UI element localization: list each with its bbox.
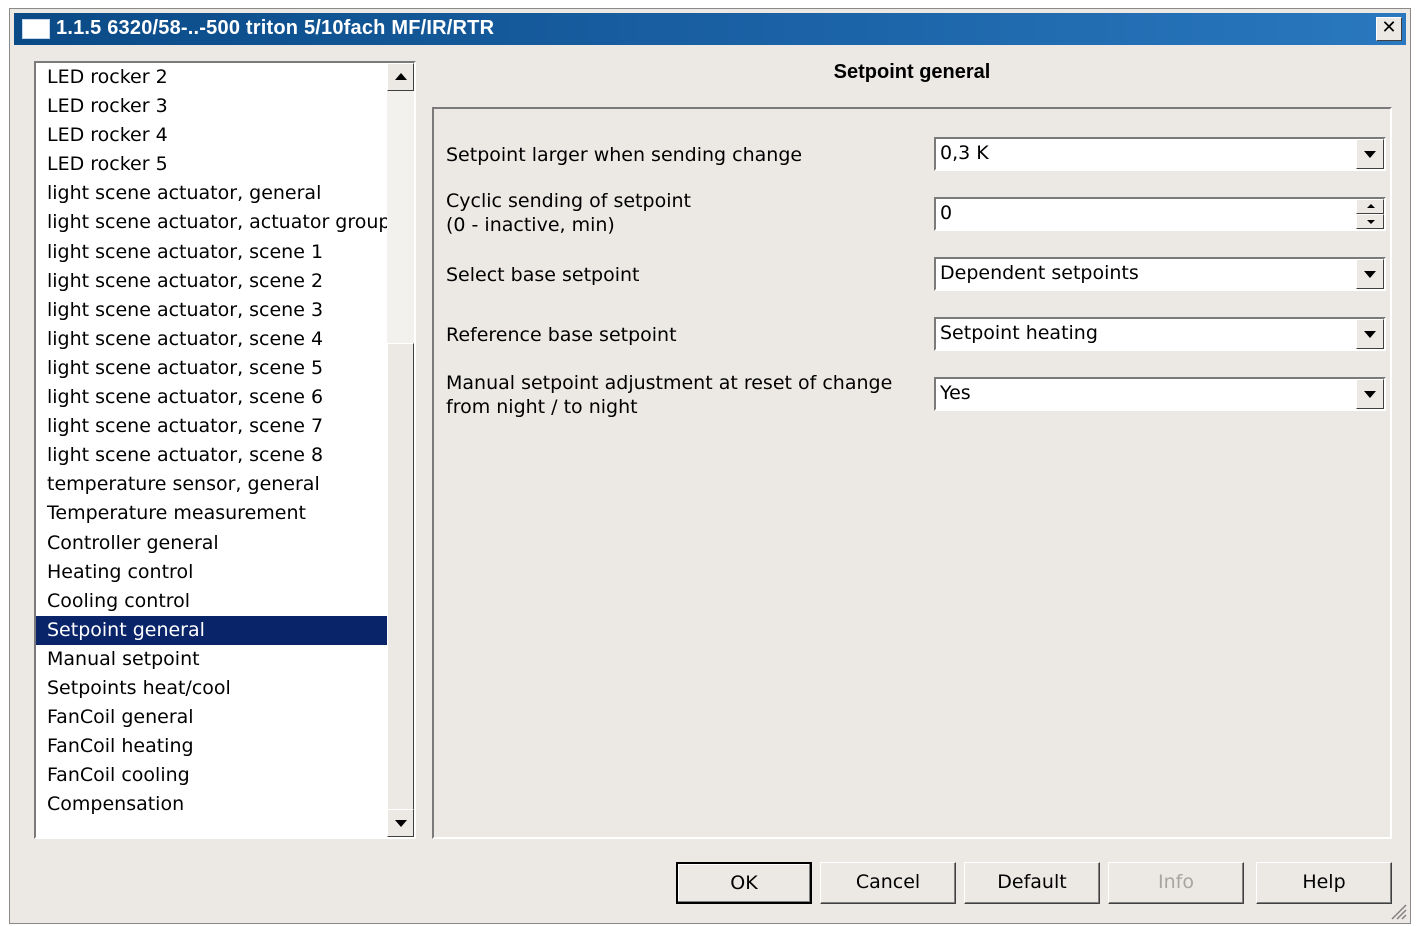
list-item[interactable]: light scene actuator, general [36,179,387,208]
list-item[interactable]: light scene actuator, scene 8 [36,441,387,470]
list-item[interactable]: LED rocker 5 [36,150,387,179]
list-item[interactable]: FanCoil cooling [36,761,387,790]
setpoint-larger-select[interactable]: 0,3 K [934,137,1386,171]
cyclic-sending-stepper[interactable]: 0 [934,197,1386,231]
list-item[interactable]: light scene actuator, scene 4 [36,325,387,354]
list-item[interactable]: FanCoil heating [36,732,387,761]
parameter-panel: Setpoint larger when sending change 0,3 … [432,107,1392,839]
param-label-reference-setpoint: Reference base setpoint [446,323,677,347]
param-label-setpoint-larger: Setpoint larger when sending change [446,143,802,167]
select-value: Dependent setpoints [940,262,1139,284]
list-item[interactable]: light scene actuator, scene 3 [36,296,387,325]
dialog-window: 1.1.5 6320/58-..-500 triton 5/10fach MF/… [9,8,1411,924]
param-label-line: Manual setpoint adjustment at reset of c… [446,372,893,394]
list-item[interactable]: LED rocker 4 [36,121,387,150]
list-item[interactable]: Setpoints heat/cool [36,674,387,703]
parameter-page-list[interactable]: LED rocker 2 LED rocker 3 LED rocker 4 LED … [34,61,416,839]
resize-grip-icon[interactable] [1388,901,1408,921]
decrement-button[interactable] [1356,214,1384,229]
chevron-down-icon [1364,391,1376,398]
list-item[interactable]: Heating control [36,558,387,587]
param-label-line: Select base setpoint [446,264,640,286]
manual-adjustment-select[interactable]: Yes [934,377,1386,411]
list-item[interactable]: light scene actuator, scene 7 [36,412,387,441]
default-button[interactable]: Default [964,862,1100,904]
list-item[interactable]: Setpoint general [36,615,387,645]
list-item[interactable]: light scene actuator, scene 6 [36,383,387,412]
info-button[interactable]: Info [1108,862,1244,904]
list-item[interactable]: LED rocker 3 [36,92,387,121]
list-item[interactable]: FanCoil general [36,703,387,732]
dropdown-button[interactable] [1356,379,1384,409]
param-label-cyclic-sending: Cyclic sending of setpoint (0 - inactive… [446,189,691,237]
scroll-down-button[interactable] [387,809,414,837]
chevron-down-icon [1364,331,1376,338]
dropdown-button[interactable] [1356,319,1384,349]
list-item[interactable]: temperature sensor, general [36,470,387,499]
list-scrollbar[interactable] [387,63,414,837]
chevron-down-icon [1364,151,1376,158]
page-title: Setpoint general [833,61,991,83]
param-label-line: Cyclic sending of setpoint [446,190,691,212]
list-item[interactable]: Temperature measurement [36,499,387,528]
select-value: Yes [940,382,971,404]
param-label-line: (0 - inactive, min) [446,214,615,236]
window-icon [22,19,50,39]
list-item[interactable]: light scene actuator, scene 5 [36,354,387,383]
param-label-base-setpoint: Select base setpoint [446,263,639,287]
title-bar[interactable]: 1.1.5 6320/58-..-500 triton 5/10fach MF/… [14,13,1406,45]
list-item[interactable]: Manual setpoint [36,645,387,674]
stepper-value: 0 [940,202,953,224]
list-item[interactable]: LED rocker 2 [36,63,387,92]
list-item[interactable]: light scene actuator, scene 2 [36,267,387,296]
arrow-down-icon [395,820,407,827]
param-label-line: Setpoint larger when sending change [446,144,803,166]
list-item[interactable]: Cooling control [36,587,387,616]
arrow-down-icon [1367,220,1375,224]
list-item[interactable]: Controller general [36,529,387,558]
dropdown-button[interactable] [1356,259,1384,289]
close-button[interactable]: ✕ [1376,17,1402,41]
cancel-button[interactable]: Cancel [820,862,956,904]
ok-button[interactable]: OK [676,862,812,904]
window-title: 1.1.5 6320/58-..-500 triton 5/10fach MF/… [56,17,495,39]
param-label-manual-adjustment: Manual setpoint adjustment at reset of c… [446,371,892,419]
increment-button[interactable] [1356,199,1384,214]
help-button[interactable]: Help [1256,862,1392,904]
dropdown-button[interactable] [1356,139,1384,169]
select-value: 0,3 K [940,142,989,164]
param-label-line: from night / to night [446,396,638,418]
list-item[interactable]: light scene actuator, scene 1 [36,238,387,267]
param-label-line: Reference base setpoint [446,324,677,346]
reference-setpoint-select[interactable]: Setpoint heating [934,317,1386,351]
stepper-buttons [1356,199,1384,229]
list-item[interactable]: light scene actuator, actuator groups [36,208,387,237]
scrollbar-thumb[interactable] [387,343,414,811]
chevron-down-icon [1364,271,1376,278]
scroll-up-button[interactable] [387,63,414,91]
select-value: Setpoint heating [940,322,1098,344]
arrow-up-icon [395,73,407,80]
arrow-up-icon [1367,204,1375,208]
base-setpoint-select[interactable]: Dependent setpoints [934,257,1386,291]
list-items: LED rocker 2 LED rocker 3 LED rocker 4 LED … [36,63,387,837]
list-item[interactable]: Compensation [36,790,387,819]
